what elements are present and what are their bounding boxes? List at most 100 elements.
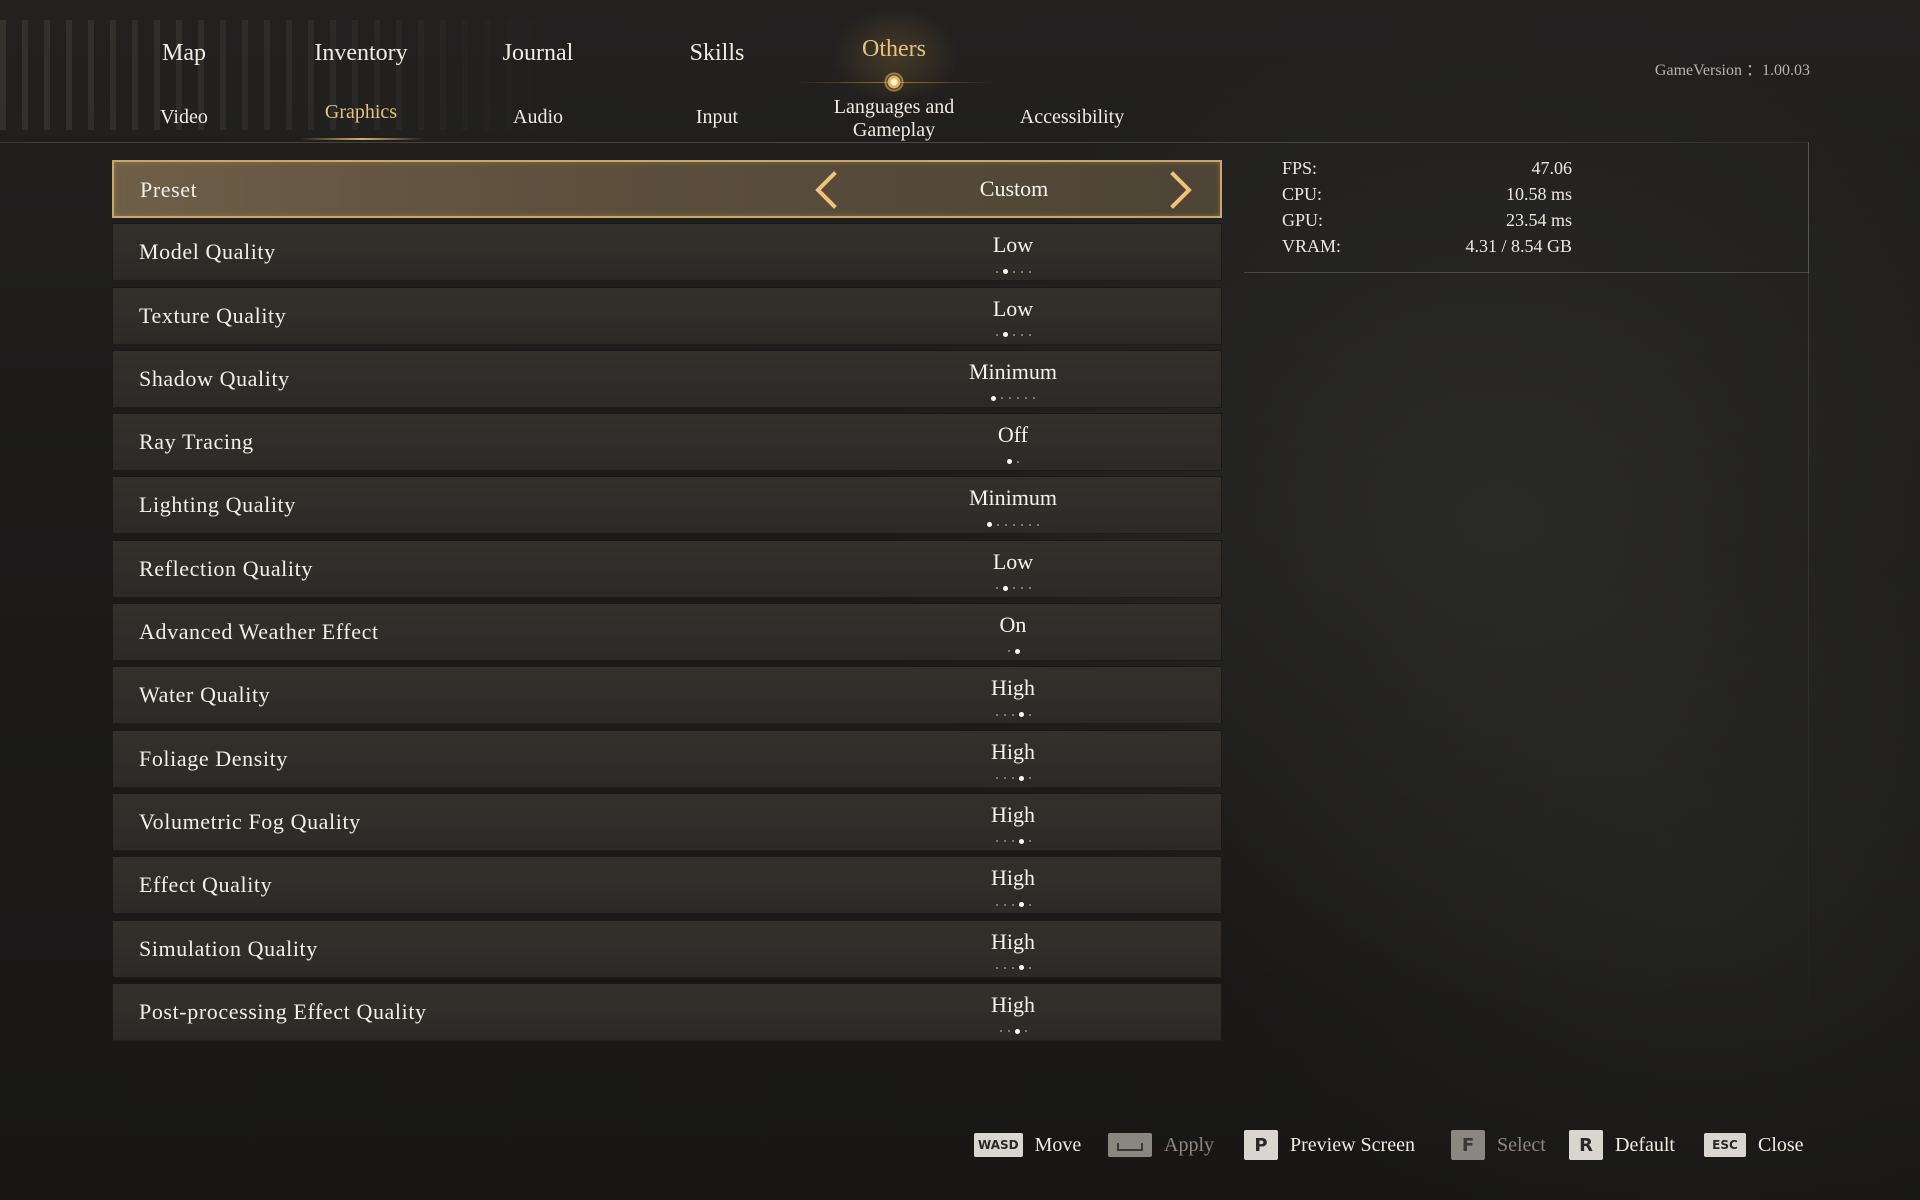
hint-close[interactable]: ESC Close [1704, 1130, 1804, 1160]
level-dot [1028, 840, 1031, 843]
level-indicator [893, 769, 1133, 781]
setting-row[interactable]: Ray Tracing Off [112, 413, 1222, 472]
stat-fps-value: 47.06 [1531, 158, 1573, 178]
hint-move-label: Move [1034, 1133, 1082, 1156]
hint-close-label: Close [1758, 1133, 1804, 1156]
setting-value: Low [992, 232, 1034, 258]
setting-value: High [991, 865, 1035, 891]
setting-row[interactable]: Volumetric Fog Quality High [112, 792, 1222, 851]
level-dot [1012, 587, 1015, 590]
level-dot [995, 587, 998, 590]
preset-next-button[interactable] [1159, 168, 1199, 212]
level-dot-selected [1018, 965, 1024, 971]
preset-label: Preset [140, 177, 198, 202]
level-dot [1016, 397, 1019, 400]
subtab-graphics[interactable]: Graphics [271, 101, 451, 124]
subtab-audio[interactable]: Audio [448, 106, 628, 129]
level-dot [1028, 270, 1031, 273]
level-dot [1011, 840, 1014, 843]
stat-vram-value: 4.31 / 8.54 GB [1465, 236, 1572, 256]
setting-row[interactable]: Water Quality High [112, 666, 1222, 725]
level-dot [1011, 777, 1014, 779]
setting-row[interactable]: Model Quality Low [112, 223, 1222, 282]
level-dot [995, 270, 998, 273]
hint-default[interactable]: R Default [1569, 1130, 1675, 1160]
preset-prev-button[interactable] [808, 168, 848, 212]
level-dot [1016, 460, 1019, 463]
preset-value: Custom [979, 176, 1049, 201]
level-dot [1003, 966, 1006, 969]
level-dot-selected [1018, 712, 1024, 718]
setting-row[interactable]: Post-processing Effect Quality High [112, 982, 1222, 1041]
hint-select-label: Select [1497, 1133, 1546, 1156]
level-dot [1028, 523, 1031, 526]
stat-gpu-label: GPU: [1282, 210, 1324, 230]
tab-skills[interactable]: Skills [627, 40, 807, 67]
setting-label: Water Quality [139, 682, 271, 708]
active-tab-emblem-icon [882, 70, 906, 94]
setting-value: High [991, 928, 1035, 954]
level-dot [1003, 840, 1006, 843]
level-dot [1004, 523, 1007, 526]
setting-row[interactable]: Simulation Quality High [112, 919, 1222, 978]
level-dot-selected [1018, 902, 1024, 908]
f-key-icon: F [1451, 1130, 1485, 1160]
level-indicator [893, 389, 1133, 401]
hint-move[interactable]: WASD Move [974, 1130, 1081, 1160]
hint-preview-screen[interactable]: P Preview Screen [1244, 1130, 1415, 1160]
tab-map[interactable]: Map [94, 40, 274, 67]
setting-label: Volumetric Fog Quality [139, 808, 361, 834]
subtab-video[interactable]: Video [94, 106, 274, 129]
level-indicator [893, 895, 1133, 908]
stat-fps-label: FPS: [1282, 158, 1318, 178]
level-dot [1007, 650, 1010, 653]
preset-row[interactable]: Preset Custom [112, 160, 1222, 218]
tab-others[interactable]: Others [804, 36, 984, 63]
r-key-icon: R [1569, 1130, 1603, 1160]
level-indicator [893, 642, 1133, 654]
subtab-languages-line2: Gameplay [852, 119, 936, 141]
setting-row[interactable]: Foliage Density High [112, 729, 1222, 788]
level-indicator [893, 262, 1133, 275]
level-indicator [893, 326, 1133, 338]
tab-inventory[interactable]: Inventory [271, 40, 451, 67]
hint-apply[interactable]: Apply [1108, 1130, 1214, 1160]
subtab-input[interactable]: Input [627, 106, 807, 129]
hint-default-label: Default [1615, 1133, 1675, 1156]
level-dot [1028, 777, 1031, 779]
setting-row[interactable]: Texture Quality Low [112, 286, 1222, 345]
setting-label: Lighting Quality [139, 492, 296, 518]
level-dot [1032, 397, 1035, 400]
setting-row[interactable]: Shadow Quality Minimum [112, 349, 1222, 408]
wasd-key-icon: WASD [974, 1133, 1023, 1157]
level-dot [1012, 333, 1015, 336]
level-dot [1003, 777, 1006, 779]
chevron-left-icon [815, 171, 837, 209]
subtab-accessibility[interactable]: Accessibility [982, 106, 1162, 129]
setting-row[interactable]: Effect Quality High [112, 856, 1222, 915]
hint-select[interactable]: F Select [1451, 1130, 1546, 1160]
esc-key-icon: ESC [1704, 1133, 1746, 1157]
level-dot [995, 333, 998, 336]
level-dot-selected [1002, 332, 1008, 338]
level-dot-selected [1006, 459, 1012, 465]
setting-value: High [991, 675, 1035, 701]
setting-label: Advanced Weather Effect [139, 619, 379, 645]
level-dot [1028, 903, 1031, 906]
stat-gpu-value: 23.54 ms [1505, 210, 1572, 230]
level-dot [1024, 1030, 1027, 1033]
setting-value: Low [992, 295, 1034, 321]
level-dot-selected [1018, 775, 1024, 781]
setting-row[interactable]: Advanced Weather Effect On [112, 603, 1222, 662]
level-indicator [893, 832, 1133, 844]
level-dot [1020, 333, 1023, 336]
right-panel-divider [1808, 142, 1809, 1042]
setting-label: Shadow Quality [139, 365, 290, 391]
setting-row[interactable]: Lighting Quality Minimum [112, 476, 1222, 535]
subtab-languages-and-gameplay[interactable]: Languages and Gameplay [804, 96, 984, 142]
setting-value: On [999, 612, 1027, 638]
tab-journal[interactable]: Journal [448, 40, 628, 67]
level-dot-selected [1002, 585, 1008, 591]
setting-row[interactable]: Reflection Quality Low [112, 539, 1222, 598]
level-dot-selected [1014, 1028, 1020, 1034]
